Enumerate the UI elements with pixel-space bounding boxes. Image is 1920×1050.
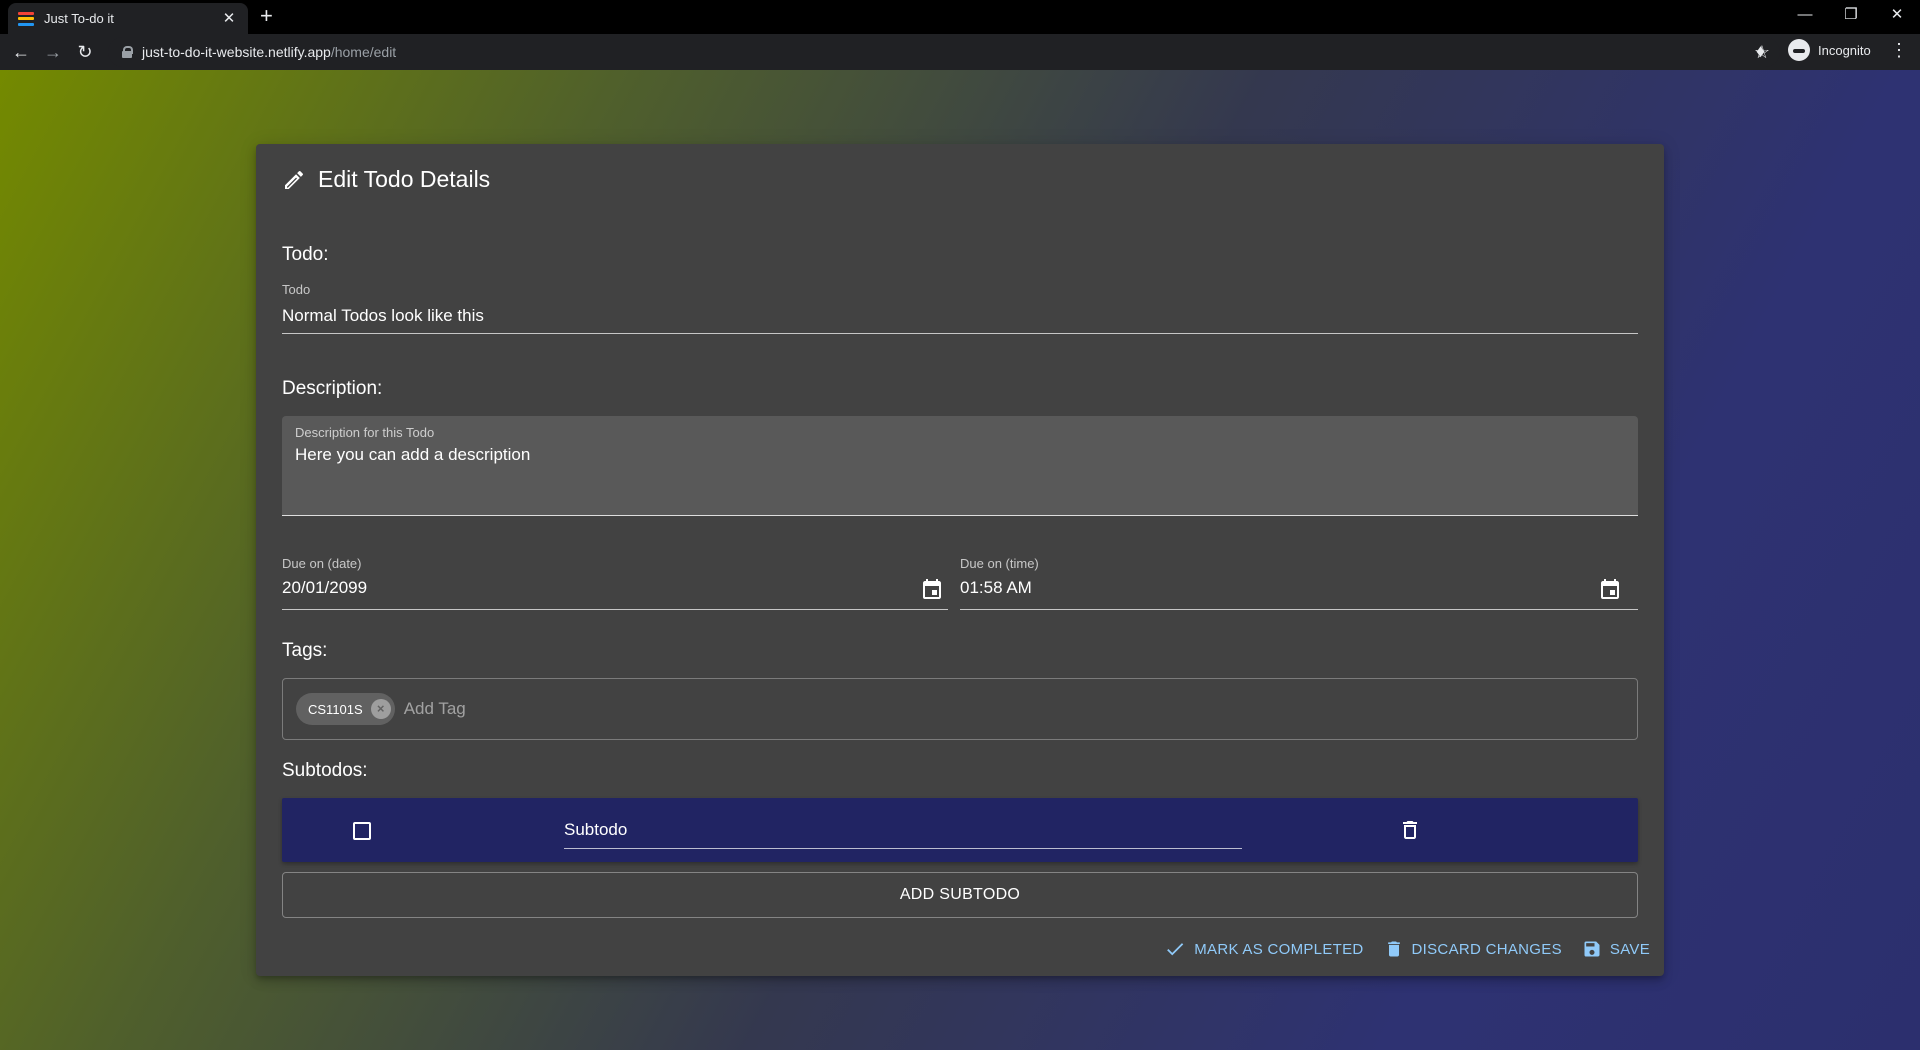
due-date-input[interactable]: 20/01/2099 (282, 578, 367, 598)
date-calendar-icon[interactable] (920, 578, 944, 602)
add-tag-input[interactable]: Add Tag (404, 699, 466, 719)
address-bar[interactable]: just-to-do-it-website.netlify.app /home/… (108, 37, 1780, 67)
todo-favicon-icon (18, 11, 34, 26)
due-date-label: Due on (date) (282, 556, 362, 571)
window-controls: — ❐ ✕ (1782, 0, 1920, 30)
remove-tag-icon[interactable]: × (370, 699, 391, 719)
browser-tab[interactable]: Just To-do it ✕ (8, 3, 248, 34)
close-window-icon[interactable]: ✕ (1874, 0, 1920, 30)
trash-icon (1387, 941, 1400, 957)
edit-todo-card: Edit Todo Details Todo: Todo Normal Todo… (256, 144, 1664, 976)
browser-tab-bar: Just To-do it ✕ + — ❐ ✕ (0, 0, 1920, 34)
discard-changes-label: DISCARD CHANGES (1411, 940, 1562, 958)
tag-chip-label: CS1101S (308, 701, 363, 717)
subtodo-checkbox[interactable] (353, 822, 371, 840)
minimize-icon[interactable]: — (1782, 0, 1828, 30)
description-field-label: Description for this Todo (295, 425, 435, 440)
save-floppy-icon (1584, 941, 1600, 957)
save-button[interactable]: SAVE (1582, 939, 1650, 959)
subtodo-input-underline (564, 848, 1242, 849)
close-tab-icon[interactable]: ✕ (220, 11, 238, 26)
description-section-label: Description: (282, 378, 383, 399)
tags-input-box[interactable]: CS1101S × Add Tag (282, 678, 1638, 740)
due-date-underline (282, 609, 948, 610)
reload-icon[interactable]: ↻ (73, 40, 97, 64)
forward-arrow-icon[interactable]: → (41, 40, 65, 64)
page-background: Edit Todo Details Todo: Todo Normal Todo… (0, 70, 1920, 1050)
add-subtodo-button[interactable]: ADD SUBTODO (282, 872, 1638, 918)
incognito-profile[interactable]: Incognito (1788, 39, 1871, 61)
description-value: Here you can add a description (295, 445, 531, 464)
extensions-puzzle-icon[interactable]: ♦ (1756, 41, 1765, 62)
subtodos-section-label: Subtodos: (282, 760, 368, 781)
todo-section-label: Todo: (282, 244, 329, 265)
todo-field-label: Todo (282, 282, 311, 297)
due-time-underline (960, 609, 1638, 610)
back-arrow-icon[interactable]: ← (9, 40, 33, 64)
browser-menu-icon[interactable]: ⋮ (1890, 40, 1908, 61)
incognito-label: Incognito (1818, 42, 1871, 58)
new-tab-icon[interactable]: + (260, 5, 273, 27)
card-actions: MARK AS COMPLETED DISCARD CHANGES SAVE (1144, 938, 1650, 960)
todo-input[interactable]: Normal Todos look like this (282, 306, 484, 326)
save-label: SAVE (1609, 940, 1650, 958)
tags-section-label: Tags: (282, 640, 328, 661)
due-time-input[interactable]: 01:58 AM (960, 578, 1032, 598)
checkmark-icon (1167, 943, 1184, 956)
url-host: just-to-do-it-website.netlify.app (142, 44, 331, 60)
discard-changes-button[interactable]: DISCARD CHANGES (1384, 939, 1562, 959)
browser-toolbar: ← → ↻ just-to-do-it-website.netlify.app … (0, 34, 1920, 70)
pencil-icon (285, 170, 304, 189)
time-calendar-icon[interactable] (1598, 578, 1622, 602)
mark-as-completed-button[interactable]: MARK AS COMPLETED (1164, 938, 1363, 960)
page-title: Edit Todo Details (318, 166, 491, 192)
todo-input-underline (282, 333, 1638, 334)
url-path: /home/edit (330, 44, 397, 60)
subtodo-input[interactable]: Subtodo (564, 820, 627, 840)
due-time-label: Due on (time) (960, 556, 1039, 571)
lock-icon[interactable] (122, 46, 133, 58)
subtodo-row: Subtodo (282, 798, 1638, 862)
mark-as-completed-label: MARK AS COMPLETED (1194, 940, 1364, 958)
tab-title: Just To-do it (44, 11, 114, 26)
delete-subtodo-trash-icon[interactable] (1398, 818, 1422, 842)
card-header: Edit Todo Details (282, 166, 490, 193)
restore-icon[interactable]: ❐ (1828, 0, 1874, 30)
tag-chip[interactable]: CS1101S × (296, 693, 395, 725)
description-textarea[interactable]: Description for this Todo Here you can a… (282, 416, 1638, 516)
incognito-icon (1788, 39, 1810, 61)
